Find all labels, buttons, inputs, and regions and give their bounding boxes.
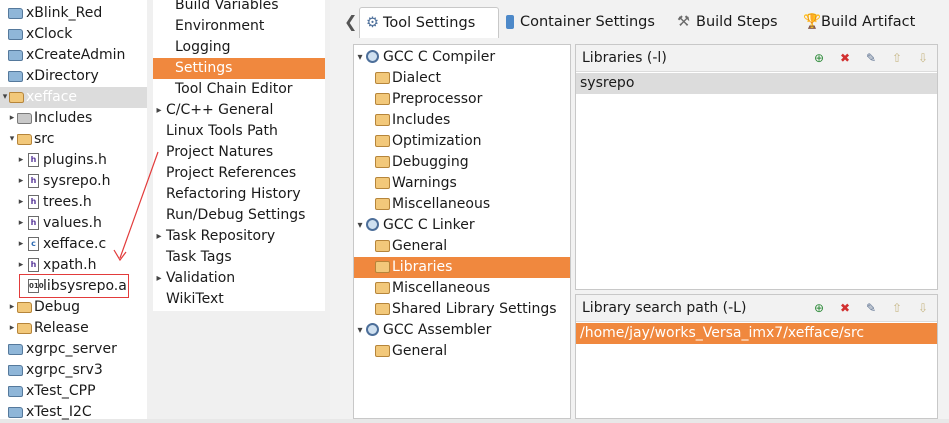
tree-item-includes[interactable]: Includes — [354, 110, 570, 131]
expand-arrow-icon[interactable]: ▾ — [355, 47, 365, 68]
tool-icon — [366, 50, 379, 63]
option-category-icon — [375, 156, 390, 168]
tool-settings-icon: ⚙ — [366, 15, 379, 31]
move-up-icon[interactable]: ⇧ — [890, 51, 904, 65]
tree-item-dialect[interactable]: Dialect — [354, 68, 570, 89]
libraries-title: Libraries (-l) — [582, 50, 667, 66]
tree-item-optimization[interactable]: Optimization — [354, 131, 570, 152]
tree-item-gcc-assembler[interactable]: ▾ GCC Assembler — [354, 320, 570, 341]
tab-bar: ⚙ Tool Settings Container Settings ⚒ Bui… — [344, 7, 949, 38]
tree-item-preprocessor[interactable]: Preprocessor — [354, 89, 570, 110]
library-search-path-title: Library search path (-L) — [582, 300, 747, 316]
settings-panel: ❮ ⚙ Tool Settings Container Settings ⚒ B… — [330, 0, 949, 419]
option-category-icon — [375, 282, 390, 294]
tab-build-steps[interactable]: ⚒ Build Steps — [677, 7, 789, 37]
option-category-icon — [375, 114, 390, 126]
tree-item-general[interactable]: General — [354, 236, 570, 257]
tree-item-miscellaneous[interactable]: Miscellaneous — [354, 194, 570, 215]
tree-item-gcc-c-compiler[interactable]: ▾ GCC C Compiler — [354, 47, 570, 68]
move-down-icon[interactable]: ⇩ — [916, 301, 930, 315]
tool-icon — [366, 323, 379, 336]
option-category-icon — [375, 261, 390, 273]
trophy-icon: 🏆 — [803, 14, 822, 30]
option-category-icon — [375, 135, 390, 147]
expand-arrow-icon[interactable]: ▾ — [355, 320, 365, 341]
delete-icon[interactable]: ✖ — [838, 51, 852, 65]
tree-item-assembler-general[interactable]: General — [354, 341, 570, 362]
option-category-icon — [375, 303, 390, 315]
search-path-entry[interactable]: /home/jay/works_Versa_imx7/xefface/src — [576, 323, 937, 344]
library-entry[interactable]: sysrepo — [576, 73, 937, 94]
tab-tool-settings[interactable]: ⚙ Tool Settings — [359, 7, 499, 38]
tab-container-settings[interactable]: Container Settings — [504, 7, 655, 37]
move-up-icon[interactable]: ⇧ — [890, 301, 904, 315]
library-search-path-panel: Library search path (-L) ⊕ ✖ ✎ ⇧ ⇩ /home… — [575, 294, 938, 419]
option-category-icon — [375, 240, 390, 252]
build-steps-icon: ⚒ — [677, 14, 690, 30]
tab-build-artifact[interactable]: 🏆 Build Artifact — [803, 7, 943, 37]
move-down-icon[interactable]: ⇩ — [916, 51, 930, 65]
edit-icon[interactable]: ✎ — [864, 51, 878, 65]
tree-item-shared-library-settings[interactable]: Shared Library Settings — [354, 299, 570, 320]
option-category-icon — [375, 345, 390, 357]
container-icon — [506, 15, 514, 29]
tree-item-warnings[interactable]: Warnings — [354, 173, 570, 194]
option-category-icon — [375, 93, 390, 105]
libraries-panel: Libraries (-l) ⊕ ✖ ✎ ⇧ ⇩ sysrepo — [575, 44, 938, 290]
option-category-icon — [375, 198, 390, 210]
expand-arrow-icon[interactable]: ▾ — [355, 215, 365, 236]
edit-icon[interactable]: ✎ — [864, 301, 878, 315]
tree-item-debugging[interactable]: Debugging — [354, 152, 570, 173]
add-icon[interactable]: ⊕ — [812, 301, 826, 315]
option-category-icon — [375, 72, 390, 84]
delete-icon[interactable]: ✖ — [838, 301, 852, 315]
tree-item-linker-miscellaneous[interactable]: Miscellaneous — [354, 278, 570, 299]
add-icon[interactable]: ⊕ — [812, 51, 826, 65]
tree-item-gcc-c-linker[interactable]: ▾ GCC C Linker — [354, 215, 570, 236]
tree-item-libraries[interactable]: Libraries — [354, 257, 570, 278]
tool-icon — [366, 218, 379, 231]
option-category-icon — [375, 177, 390, 189]
tool-settings-tree: ▾ GCC C Compiler Dialect Preprocessor In… — [353, 44, 571, 419]
